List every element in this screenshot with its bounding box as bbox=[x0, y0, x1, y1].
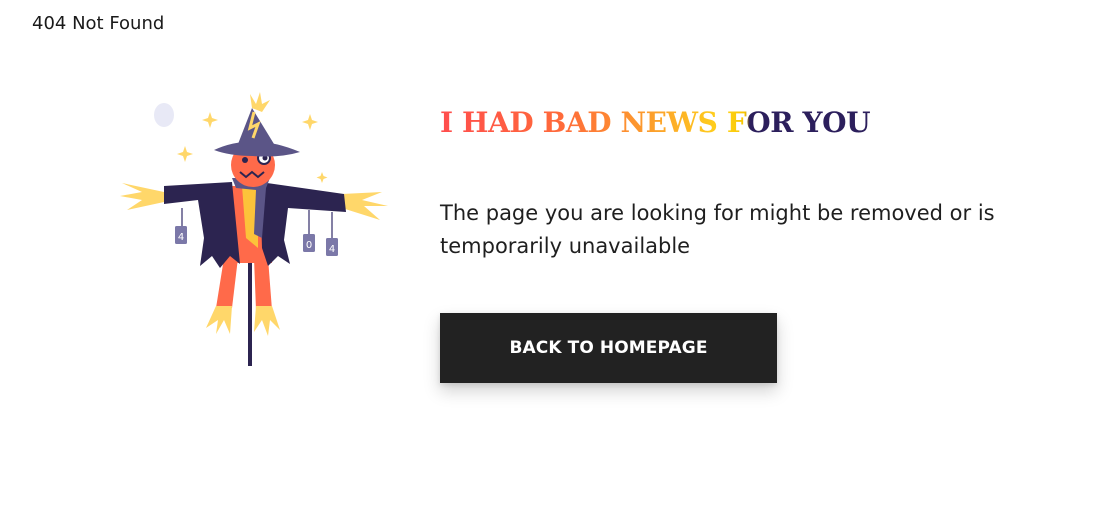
straw-foot-left bbox=[206, 306, 232, 334]
tag-4-right-icon: 4 bbox=[326, 212, 338, 256]
error-message: The page you are looking for might be re… bbox=[440, 201, 995, 258]
straw-right bbox=[342, 192, 388, 220]
straw-left bbox=[120, 183, 164, 210]
tag-0-icon: 0 bbox=[303, 210, 315, 252]
moon-icon bbox=[154, 103, 174, 127]
scarecrow-leg-right bbox=[254, 258, 272, 310]
tag-4-left-icon: 4 bbox=[175, 208, 187, 244]
straw-foot-right bbox=[254, 306, 280, 336]
page-status-label: 404 Not Found bbox=[32, 13, 165, 34]
scarecrow-coat bbox=[164, 182, 240, 268]
svg-text:4: 4 bbox=[178, 232, 184, 243]
scarecrow-pole bbox=[248, 258, 252, 366]
error-heading: I HAD BAD NEWS FOR YOU bbox=[440, 103, 871, 143]
back-to-homepage-button[interactable]: BACK TO HOMEPAGE bbox=[440, 313, 777, 383]
svg-text:4: 4 bbox=[329, 244, 335, 255]
svg-text:0: 0 bbox=[306, 240, 312, 251]
scarecrow-illustration: 4 0 4 bbox=[120, 92, 388, 366]
